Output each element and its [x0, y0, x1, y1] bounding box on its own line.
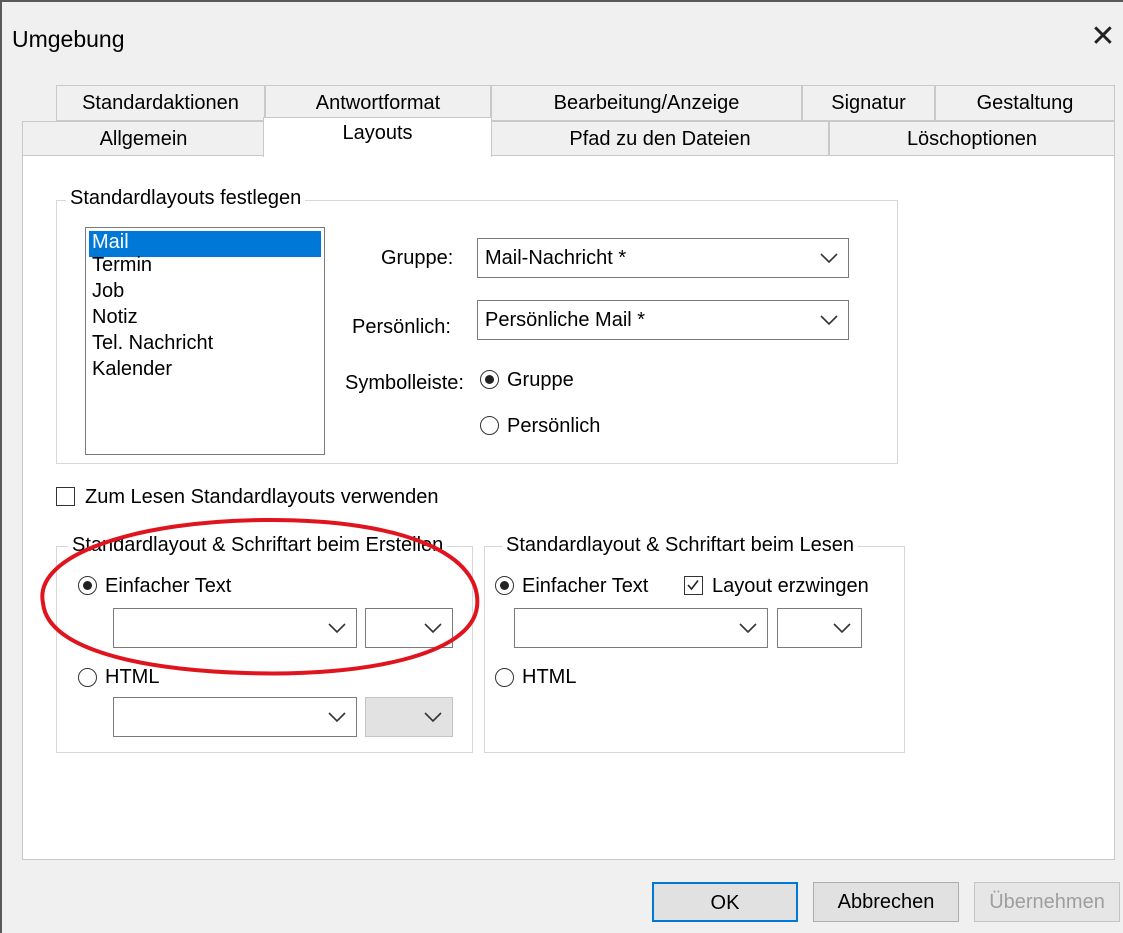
read-plain-font-select[interactable]: [514, 608, 768, 648]
chevron-down-icon: [328, 712, 346, 723]
create-group-title: Standardlayout & Schriftart beim Erstell…: [68, 534, 448, 557]
close-icon[interactable]: ✕: [1086, 20, 1120, 54]
read-html-radio[interactable]: [495, 668, 514, 687]
chevron-down-icon: [424, 623, 442, 634]
personal-layout-select[interactable]: Persönliche Mail *: [477, 300, 849, 340]
tab-loeschoptionen[interactable]: Löschoptionen: [829, 121, 1115, 156]
read-plain-size-select[interactable]: [777, 608, 862, 648]
group-layout-value: Mail-Nachricht *: [485, 247, 627, 269]
force-layout-checkbox[interactable]: [684, 576, 703, 595]
toolbar-personal-radio-label[interactable]: Persönlich: [507, 415, 600, 438]
tab-bearbeitung-anzeige[interactable]: Bearbeitung/Anzeige: [491, 85, 802, 121]
group-layout-select[interactable]: Mail-Nachricht *: [477, 238, 849, 278]
create-html-size-select: [365, 697, 453, 737]
create-plain-font-select[interactable]: [113, 608, 357, 648]
list-item[interactable]: Tel. Nachricht: [86, 332, 324, 358]
create-plain-text-label[interactable]: Einfacher Text: [105, 575, 231, 598]
list-item[interactable]: Kalender: [86, 358, 324, 384]
personal-label: Persönlich:: [352, 316, 451, 338]
window-border: [0, 0, 2, 933]
create-plain-size-select[interactable]: [365, 608, 453, 648]
chevron-down-icon: [820, 315, 838, 326]
chevron-down-icon: [820, 253, 838, 264]
defaults-group-title: Standardlayouts festlegen: [66, 187, 306, 210]
toolbar-group-radio[interactable]: [480, 370, 499, 389]
personal-layout-value: Persönliche Mail *: [485, 309, 646, 331]
read-html-label[interactable]: HTML: [522, 666, 576, 689]
read-defaults-checkbox-label[interactable]: Zum Lesen Standardlayouts verwenden: [85, 486, 439, 509]
list-item[interactable]: Notiz: [86, 306, 324, 332]
ok-button[interactable]: OK: [652, 882, 798, 922]
cancel-button[interactable]: Abbrechen: [813, 882, 959, 922]
force-layout-label[interactable]: Layout erzwingen: [712, 575, 869, 598]
tab-pfad-zu-den-dateien[interactable]: Pfad zu den Dateien: [491, 121, 829, 156]
read-plain-text-label[interactable]: Einfacher Text: [522, 575, 648, 598]
read-plain-text-radio[interactable]: [495, 576, 514, 595]
tab-standardaktionen[interactable]: Standardaktionen: [56, 85, 265, 121]
create-html-label[interactable]: HTML: [105, 666, 159, 689]
chevron-down-icon: [739, 623, 757, 634]
apply-button[interactable]: Übernehmen: [974, 882, 1120, 922]
checkmark-icon: [687, 580, 699, 591]
tab-gestaltung[interactable]: Gestaltung: [935, 85, 1115, 121]
tab-allgemein[interactable]: Allgemein: [22, 121, 265, 156]
chevron-down-icon: [424, 712, 442, 723]
toolbar-label: Symbolleiste:: [345, 372, 464, 394]
toolbar-personal-radio[interactable]: [480, 416, 499, 435]
layout-type-listbox[interactable]: Mail Termin Job Notiz Tel. Nachricht Kal…: [85, 227, 325, 455]
tab-antwortformat[interactable]: Antwortformat: [265, 85, 491, 121]
list-item[interactable]: Termin: [86, 254, 324, 280]
list-item[interactable]: Job: [86, 280, 324, 306]
read-defaults-checkbox[interactable]: [56, 487, 75, 506]
toolbar-group-radio-label[interactable]: Gruppe: [507, 369, 574, 392]
read-group-title: Standardlayout & Schriftart beim Lesen: [502, 534, 858, 557]
chevron-down-icon: [328, 623, 346, 634]
chevron-down-icon: [833, 623, 851, 634]
tab-layouts[interactable]: Layouts: [263, 117, 492, 157]
group-label: Gruppe:: [381, 247, 454, 269]
create-plain-text-radio[interactable]: [78, 576, 97, 595]
window-border: [0, 0, 1123, 2]
dialog-title: Umgebung: [12, 26, 125, 52]
create-html-radio[interactable]: [78, 668, 97, 687]
create-html-font-select[interactable]: [113, 697, 357, 737]
tab-signatur[interactable]: Signatur: [802, 85, 935, 121]
